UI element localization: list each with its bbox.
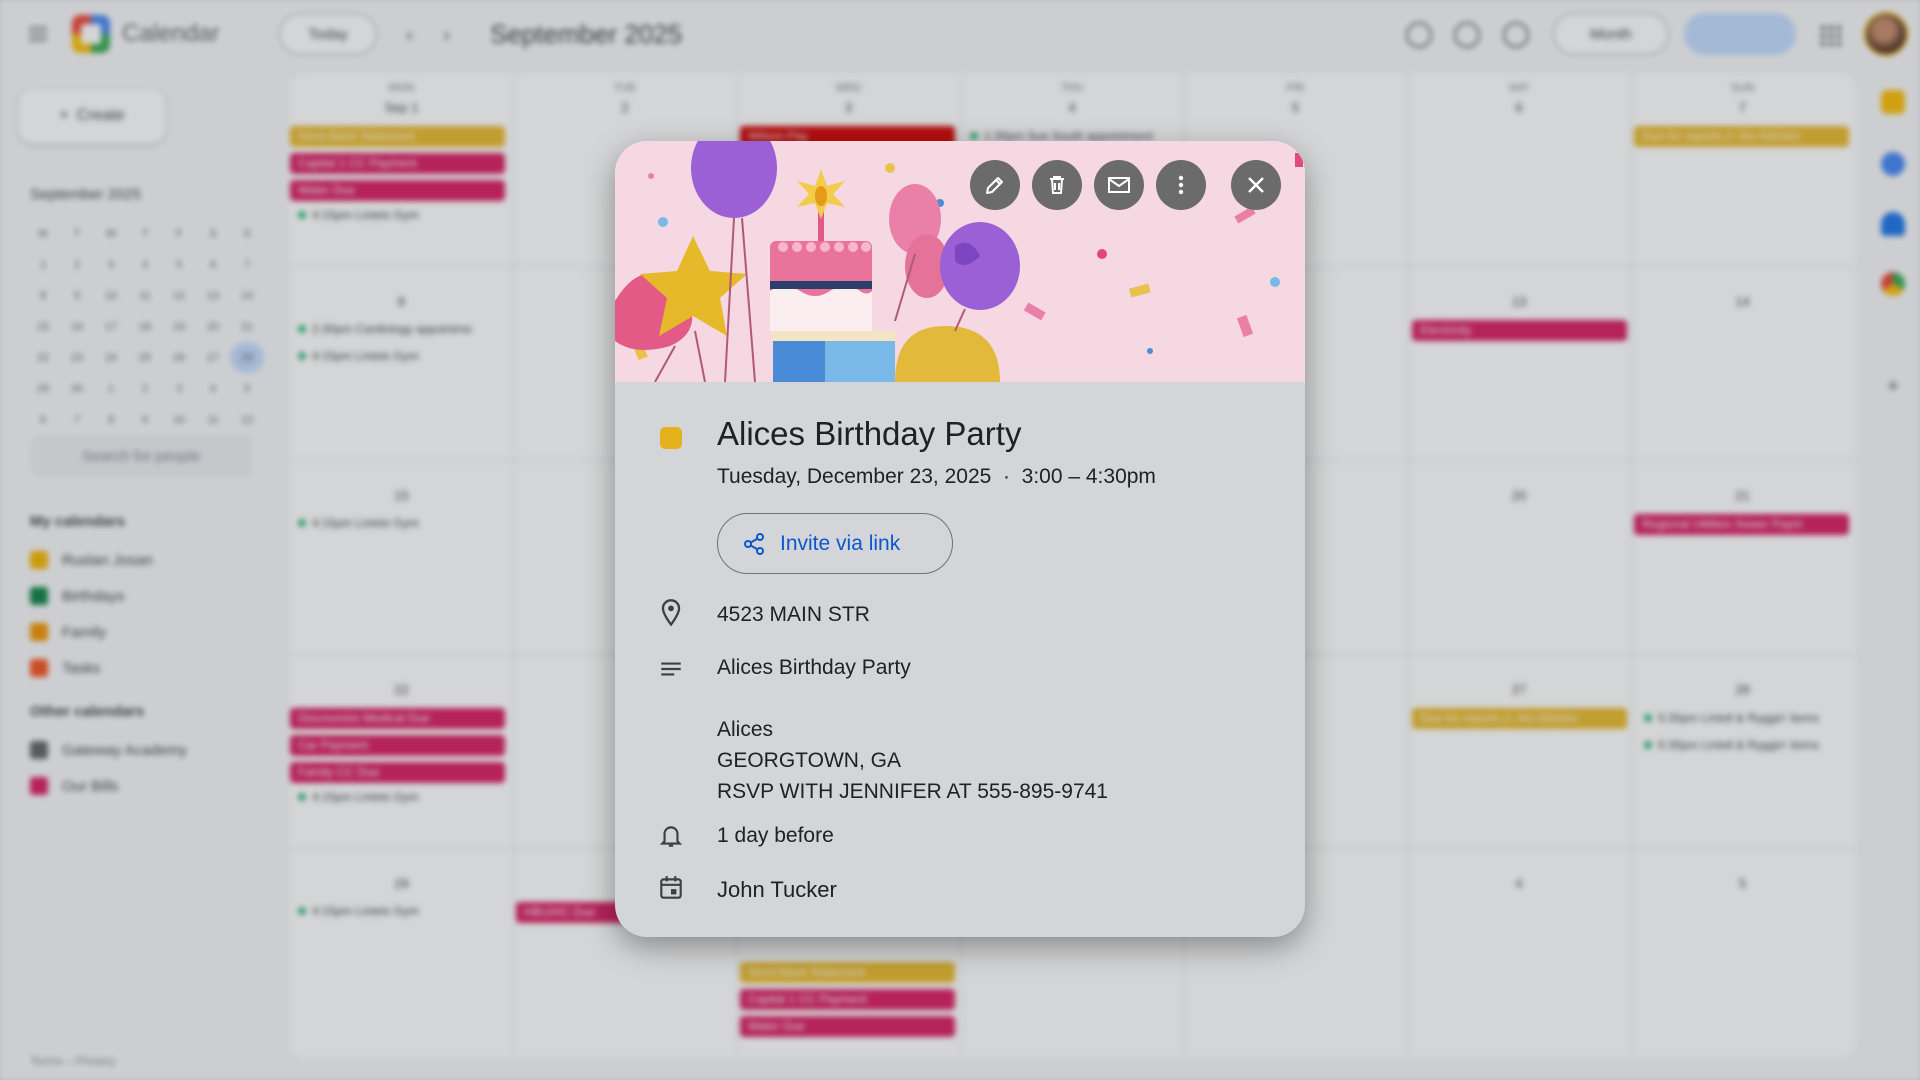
description-line bbox=[717, 683, 1108, 714]
bell-icon bbox=[655, 820, 687, 852]
description-line: RSVP WITH JENNIFER AT 555-895-9741 bbox=[717, 780, 1108, 803]
event-title: Alices Birthday Party bbox=[717, 415, 1022, 452]
description-line: Alices Birthday Party bbox=[717, 656, 911, 679]
close-icon bbox=[1248, 177, 1264, 193]
description-line: Alices bbox=[717, 718, 774, 741]
event-description: Alices Birthday Party Alices GEORGTOWN, … bbox=[717, 652, 1108, 807]
email-guests-button[interactable] bbox=[1094, 160, 1144, 210]
event-color-swatch bbox=[660, 427, 682, 449]
notes-icon bbox=[655, 653, 687, 685]
description-line: GEORGTOWN, GA bbox=[717, 749, 901, 772]
share-icon bbox=[744, 532, 764, 555]
pencil-icon bbox=[986, 177, 1003, 194]
edit-event-button[interactable] bbox=[970, 160, 1020, 210]
trash-icon bbox=[1050, 176, 1064, 194]
invite-via-link-button[interactable]: Invite via link bbox=[717, 513, 953, 574]
delete-event-button[interactable] bbox=[1032, 160, 1082, 210]
event-organizer: John Tucker bbox=[717, 877, 837, 902]
more-vert-icon bbox=[1178, 175, 1184, 195]
mail-icon bbox=[1108, 177, 1130, 193]
event-datetime: Tuesday, December 23, 2025 · 3:00 – 4:30… bbox=[717, 465, 1156, 488]
more-options-button[interactable] bbox=[1156, 160, 1206, 210]
event-details-popup: Alices Birthday Party Tuesday, December … bbox=[615, 141, 1305, 937]
event-location[interactable]: 4523 MAIN STR bbox=[717, 603, 870, 627]
invite-label: Invite via link bbox=[780, 531, 901, 555]
event-reminder: 1 day before bbox=[717, 824, 834, 847]
location-pin-icon bbox=[655, 597, 687, 629]
calendar-icon bbox=[655, 872, 687, 904]
close-popup-button[interactable] bbox=[1231, 160, 1281, 210]
